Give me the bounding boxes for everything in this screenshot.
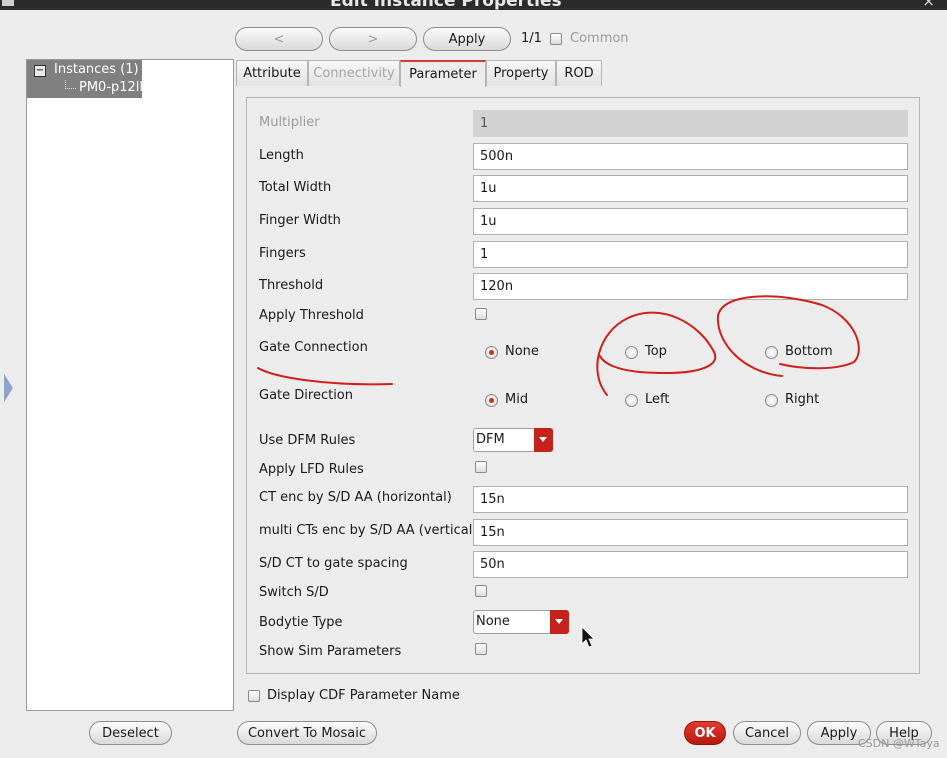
ct-enc-horizontal-label: CT enc by S/D AA (horizontal) <box>259 490 452 505</box>
sd-ct-gate-spacing-field[interactable]: 50n <box>473 551 908 578</box>
length-field[interactable]: 500n <box>473 143 908 170</box>
gate-connection-label: Gate Connection <box>259 340 368 355</box>
instance-tree-panel: − Instances (1) PM0-p12ll <box>26 59 234 711</box>
gate-connection-top-label: Top <box>645 344 667 359</box>
switch-sd-label: Switch S/D <box>259 585 329 600</box>
convert-to-mosaic-button[interactable]: Convert To Mosaic <box>237 721 377 745</box>
apply-threshold-label: Apply Threshold <box>259 308 364 323</box>
common-label: Common <box>570 31 629 46</box>
fingers-field[interactable]: 1 <box>473 241 908 268</box>
show-sim-parameters-label: Show Sim Parameters <box>259 644 402 659</box>
bodytie-type-value: None <box>476 614 510 629</box>
common-checkbox[interactable] <box>550 33 562 45</box>
title-bar: Edit Instance Properties × <box>0 0 947 10</box>
cancel-button[interactable]: Cancel <box>733 721 801 745</box>
ct-enc-vertical-label: multi CTs enc by S/D AA (vertical) <box>259 523 478 538</box>
next-button[interactable]: > <box>329 27 417 51</box>
gate-direction-mid-label: Mid <box>505 392 529 407</box>
watermark: CSDN @WTaya <box>858 737 940 750</box>
gate-connection-bottom-label: Bottom <box>785 344 833 359</box>
ct-enc-vertical-field[interactable]: 15n <box>473 519 908 546</box>
display-cdf-label: Display CDF Parameter Name <box>267 688 460 703</box>
gate-connection-top-radio[interactable] <box>625 346 638 359</box>
ct-enc-horizontal-field[interactable]: 15n <box>473 486 908 513</box>
gate-direction-right-radio[interactable] <box>765 394 778 407</box>
window-title: Edit Instance Properties <box>330 0 562 10</box>
window-menu-icon[interactable] <box>2 0 14 6</box>
ok-button[interactable]: OK <box>684 721 726 745</box>
deselect-button[interactable]: Deselect <box>89 721 172 745</box>
multiplier-label: Multiplier <box>259 115 320 130</box>
finger-width-label: Finger Width <box>259 213 341 228</box>
tab-parameter[interactable]: Parameter <box>400 60 486 87</box>
gate-direction-right-label: Right <box>785 392 820 407</box>
apply-lfd-rules-checkbox[interactable] <box>475 461 487 473</box>
use-dfm-rules-label: Use DFM Rules <box>259 433 356 448</box>
fingers-label: Fingers <box>259 246 306 261</box>
tree-connector <box>65 80 76 89</box>
gate-connection-bottom-radio[interactable] <box>765 346 778 359</box>
gate-connection-none-radio[interactable] <box>485 346 498 359</box>
tab-rod[interactable]: ROD <box>556 60 602 86</box>
threshold-label: Threshold <box>259 278 324 293</box>
dfm-rules-value: DFM <box>476 432 505 447</box>
panel-expand-arrow-icon[interactable] <box>4 374 13 402</box>
tab-property[interactable]: Property <box>486 60 556 86</box>
bodytie-type-select[interactable]: None <box>473 610 569 634</box>
gate-connection-none-label: None <box>505 344 539 359</box>
sd-ct-gate-spacing-label: S/D CT to gate spacing <box>259 556 408 571</box>
gate-direction-left-radio[interactable] <box>625 394 638 407</box>
instance-counter: 1/1 <box>521 31 542 46</box>
length-label: Length <box>259 148 304 163</box>
show-sim-parameters-checkbox[interactable] <box>475 643 487 655</box>
collapse-icon[interactable]: − <box>34 65 46 77</box>
gate-direction-label: Gate Direction <box>259 388 353 403</box>
display-cdf-checkbox[interactable] <box>248 690 260 702</box>
tree-root-item[interactable]: Instances (1) <box>54 62 139 77</box>
tab-connectivity[interactable]: Connectivity <box>308 60 400 86</box>
prev-button[interactable]: < <box>235 27 323 51</box>
switch-sd-checkbox[interactable] <box>475 585 487 597</box>
apply-top-button[interactable]: Apply <box>423 27 511 51</box>
tree-child-item[interactable]: PM0-p12ll <box>79 80 143 95</box>
threshold-field[interactable]: 120n <box>473 273 908 300</box>
chevron-down-icon[interactable] <box>534 428 553 452</box>
multiplier-field: 1 <box>473 110 908 137</box>
chevron-down-icon[interactable] <box>550 610 569 634</box>
apply-threshold-checkbox[interactable] <box>475 308 487 320</box>
total-width-label: Total Width <box>259 180 332 195</box>
bodytie-type-label: Bodytie Type <box>259 615 343 630</box>
dfm-rules-select[interactable]: DFM <box>473 428 553 452</box>
tab-attribute[interactable]: Attribute <box>236 60 308 86</box>
close-icon[interactable]: × <box>922 0 935 10</box>
finger-width-field[interactable]: 1u <box>473 208 908 235</box>
gate-direction-left-label: Left <box>645 392 670 407</box>
gate-direction-mid-radio[interactable] <box>485 394 498 407</box>
apply-lfd-rules-label: Apply LFD Rules <box>259 462 364 477</box>
total-width-field[interactable]: 1u <box>473 175 908 202</box>
